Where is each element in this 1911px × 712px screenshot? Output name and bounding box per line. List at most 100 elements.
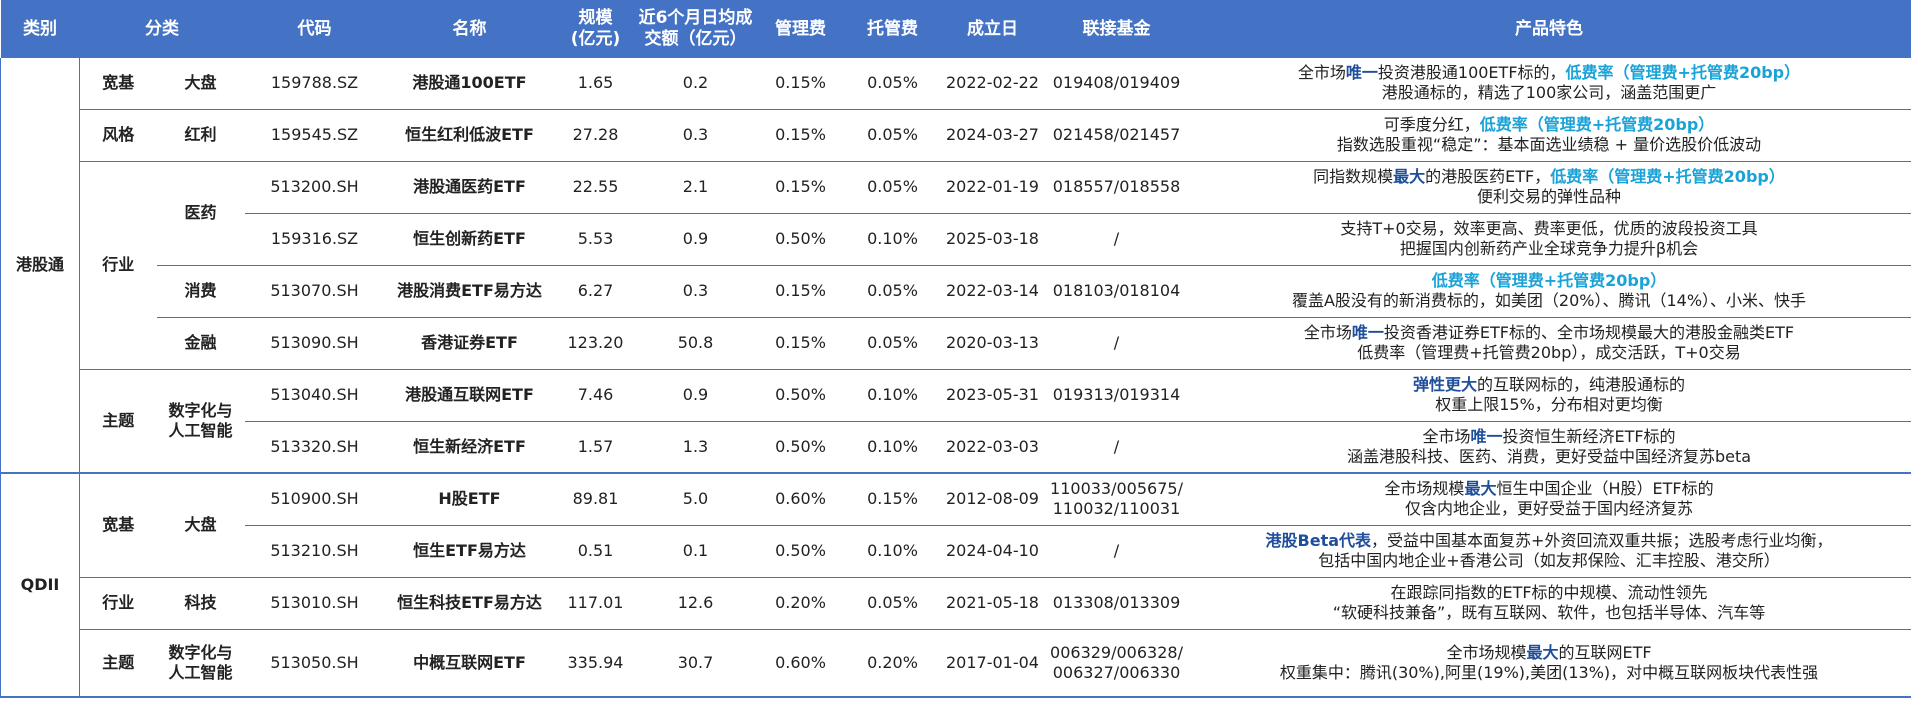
date-cell: 2025-03-18	[938, 212, 1047, 265]
table-row: 风格 红利 159545.SZ 恒生红利低波ETF 27.28 0.3 0.15…	[1, 108, 1911, 161]
feature-cell: 在跟踪同指数的ETF标的中规模、流动性领先 “软硬科技兼备”，既有互联网、软件，…	[1186, 576, 1911, 629]
mgmt-fee-cell: 0.15%	[754, 108, 847, 161]
table-row: 主题 数字化与 人工智能 513040.SH 港股通互联网ETF 7.46 0.…	[1, 368, 1911, 473]
date-cell: 2022-01-19	[938, 160, 1047, 213]
feature-text: 的互联网标的，纯港股通标的	[1477, 375, 1686, 394]
feature-fee-highlight: 低费率（管理费+托管费20bp）	[1565, 63, 1801, 83]
link-cell: /	[1046, 524, 1187, 577]
link-cell: 013308/013309	[1046, 576, 1187, 629]
scale-cell: 5.53	[554, 212, 637, 265]
date-cell: 2020-03-13	[938, 316, 1047, 369]
code-cell: 510900.SH	[244, 472, 385, 525]
feature-text: 全市场	[1303, 323, 1352, 342]
code-cell: 513040.SH	[244, 368, 385, 421]
l1-zhuti: 主题	[79, 368, 157, 473]
header-volume: 近6个月日均成 交额（亿元）	[636, 0, 755, 58]
feature-highlight: 唯一	[1351, 323, 1384, 342]
l2-jinrong: 金融	[156, 316, 245, 369]
feature-line: “软硬科技兼备”，既有互联网、软件，也包括半导体、汽车等	[1332, 603, 1766, 622]
table-row: 港股通 宽基 大盘 159788.SZ 港股通100ETF 1.65 0.2 0…	[0, 58, 1911, 473]
volume-cell: 0.9	[636, 212, 755, 265]
feature-line: 港股通标的，精选了100家公司，涵盖范围更广	[1381, 83, 1717, 103]
link-cell: 018557/018558	[1046, 160, 1187, 213]
volume-cell: 2.1	[636, 160, 755, 213]
custody-fee-cell: 0.10%	[846, 368, 939, 421]
feature-text: 投资香港证券ETF标的、全市场规模最大的港股金融类ETF	[1383, 323, 1795, 342]
l2-dapan: 大盘	[184, 73, 217, 93]
link-cell: /	[1046, 420, 1187, 474]
code-cell: 513200.SH	[244, 160, 385, 213]
table-row: 513320.SH 恒生新经济ETF 1.57 1.3 0.50% 0.10% …	[1, 420, 1911, 474]
custody-fee-cell: 0.10%	[846, 524, 939, 577]
feature-fee-highlight: 低费率（管理费+托管费20bp）	[1550, 167, 1785, 186]
name-cell: 恒生科技ETF易方达	[384, 576, 555, 629]
link-cell: 018103/018104	[1046, 264, 1187, 317]
volume-cell: 0.3	[636, 264, 755, 317]
mgmt-fee-cell: 0.15%	[754, 264, 847, 317]
custody-fee-cell: 0.05%	[846, 264, 939, 317]
feature-line: 全市场唯一投资港股通100ETF标的，低费率（管理费+托管费20bp）	[1189, 63, 1910, 83]
scale-cell: 1.65	[577, 73, 614, 93]
feature-line: 全市场规模最大的互联网ETF	[1189, 643, 1910, 663]
feature-highlight: 最大	[1464, 479, 1497, 499]
mgmt-fee-cell: 0.50%	[754, 420, 847, 474]
name-cell: 港股通100ETF	[412, 73, 527, 93]
feature-cell: 弹性更大的互联网标的，纯港股通标的 权重上限15%，分布相对更均衡	[1186, 368, 1911, 421]
date-cell: 2022-03-14	[938, 264, 1047, 317]
l1-hangye: 行业	[79, 160, 157, 369]
name-cell: 中概互联网ETF	[384, 628, 555, 698]
feature-text: 全市场规模	[1446, 642, 1527, 662]
name-cell: 港股消费ETF易方达	[384, 264, 555, 317]
custody-fee-cell: 0.05%	[846, 316, 939, 369]
header-row: 类别 分类 代码 名称 规模 (亿元) 近6个月日均成 交额（亿元） 管理费 托…	[0, 0, 1911, 58]
feature-line: 仅含内地企业，更好受益于国内经济复苏	[1404, 499, 1693, 519]
header-scale: 规模 (亿元)	[554, 0, 637, 58]
feature-cell: 支持T+0交易，效率更高、费率更低，优质的波段投资工具 把握国内创新药产业全球竞…	[1186, 212, 1911, 265]
custody-fee-cell: 0.05%	[846, 108, 939, 161]
feature-fee-highlight: 低费率（管理费+托管费20bp）	[1479, 115, 1715, 134]
mgmt-fee-cell: 0.15%	[754, 160, 847, 213]
header-mgmt-fee: 管理费	[754, 0, 847, 58]
l2-dapan-qdii: 大盘	[156, 472, 245, 577]
etf-table: 类别 分类 代码 名称 规模 (亿元) 近6个月日均成 交额（亿元） 管理费 托…	[0, 0, 1911, 698]
volume-cell: 1.3	[636, 420, 755, 474]
feature-line: 指数选股重视“稳定”：基本面选业绩稳 + 量价选股价低波动	[1336, 135, 1762, 154]
custody-fee-cell: 0.05%	[846, 576, 939, 629]
scale-cell: 89.81	[554, 472, 637, 525]
group-hk: 港股通	[0, 58, 80, 473]
l2-hongli: 红利	[156, 108, 245, 161]
table-row: 主题 数字化与 人工智能 513050.SH 中概互联网ETF 335.94 3…	[1, 628, 1911, 698]
mgmt-fee-cell: 0.50%	[754, 368, 847, 421]
date-cell: 2012-08-09	[938, 472, 1047, 525]
table-row: 513210.SH 恒生ETF易方达 0.51 0.1 0.50% 0.10% …	[1, 524, 1911, 577]
group-qdii: QDII	[0, 472, 80, 698]
volume-cell: 5.0	[636, 472, 755, 525]
mgmt-fee-cell: 0.15%	[754, 316, 847, 369]
mgmt-fee-cell: 0.50%	[754, 212, 847, 265]
header-link: 联接基金	[1046, 0, 1187, 58]
date-cell: 2017-01-04	[938, 628, 1047, 698]
code-cell: 513320.SH	[244, 420, 385, 474]
feature-text: ，受益中国基本面复苏+外资回流双重共振；选股考虑行业均衡，	[1371, 531, 1833, 550]
link-line: 110033/005675/	[1050, 479, 1183, 499]
custody-fee-cell: 0.10%	[846, 212, 939, 265]
feature-line: 可季度分红，低费率（管理费+托管费20bp）	[1189, 115, 1910, 135]
link-cell: 021458/021457	[1046, 108, 1187, 161]
feature-line: 涵盖港股科技、医药、消费，更好受益中国经济复苏beta	[1346, 446, 1752, 466]
custody-fee-cell: 0.10%	[846, 420, 939, 474]
header-name: 名称	[384, 0, 555, 58]
volume-cell: 0.9	[636, 368, 755, 421]
link-line: 006327/006330	[1052, 662, 1181, 682]
l1-fengge: 风格	[79, 108, 157, 161]
date-cell: 2024-03-27	[938, 108, 1047, 161]
feature-highlight: 弹性更大	[1412, 375, 1477, 394]
scale-cell: 6.27	[554, 264, 637, 317]
date-cell: 2024-04-10	[938, 524, 1047, 577]
feature-text: 全市场	[1297, 63, 1346, 83]
scale-cell: 117.01	[554, 576, 637, 629]
custody-fee-cell: 0.05%	[867, 73, 918, 93]
feature-cell: 港股Beta代表，受益中国基本面复苏+外资回流双重共振；选股考虑行业均衡， 包括…	[1186, 524, 1911, 577]
l1-kuanji-qdii: 宽基	[79, 472, 157, 577]
feature-text: 的港股医药ETF，	[1425, 167, 1551, 186]
feature-cell: 全市场唯一投资香港证券ETF标的、全市场规模最大的港股金融类ETF 低费率（管理…	[1186, 316, 1911, 369]
